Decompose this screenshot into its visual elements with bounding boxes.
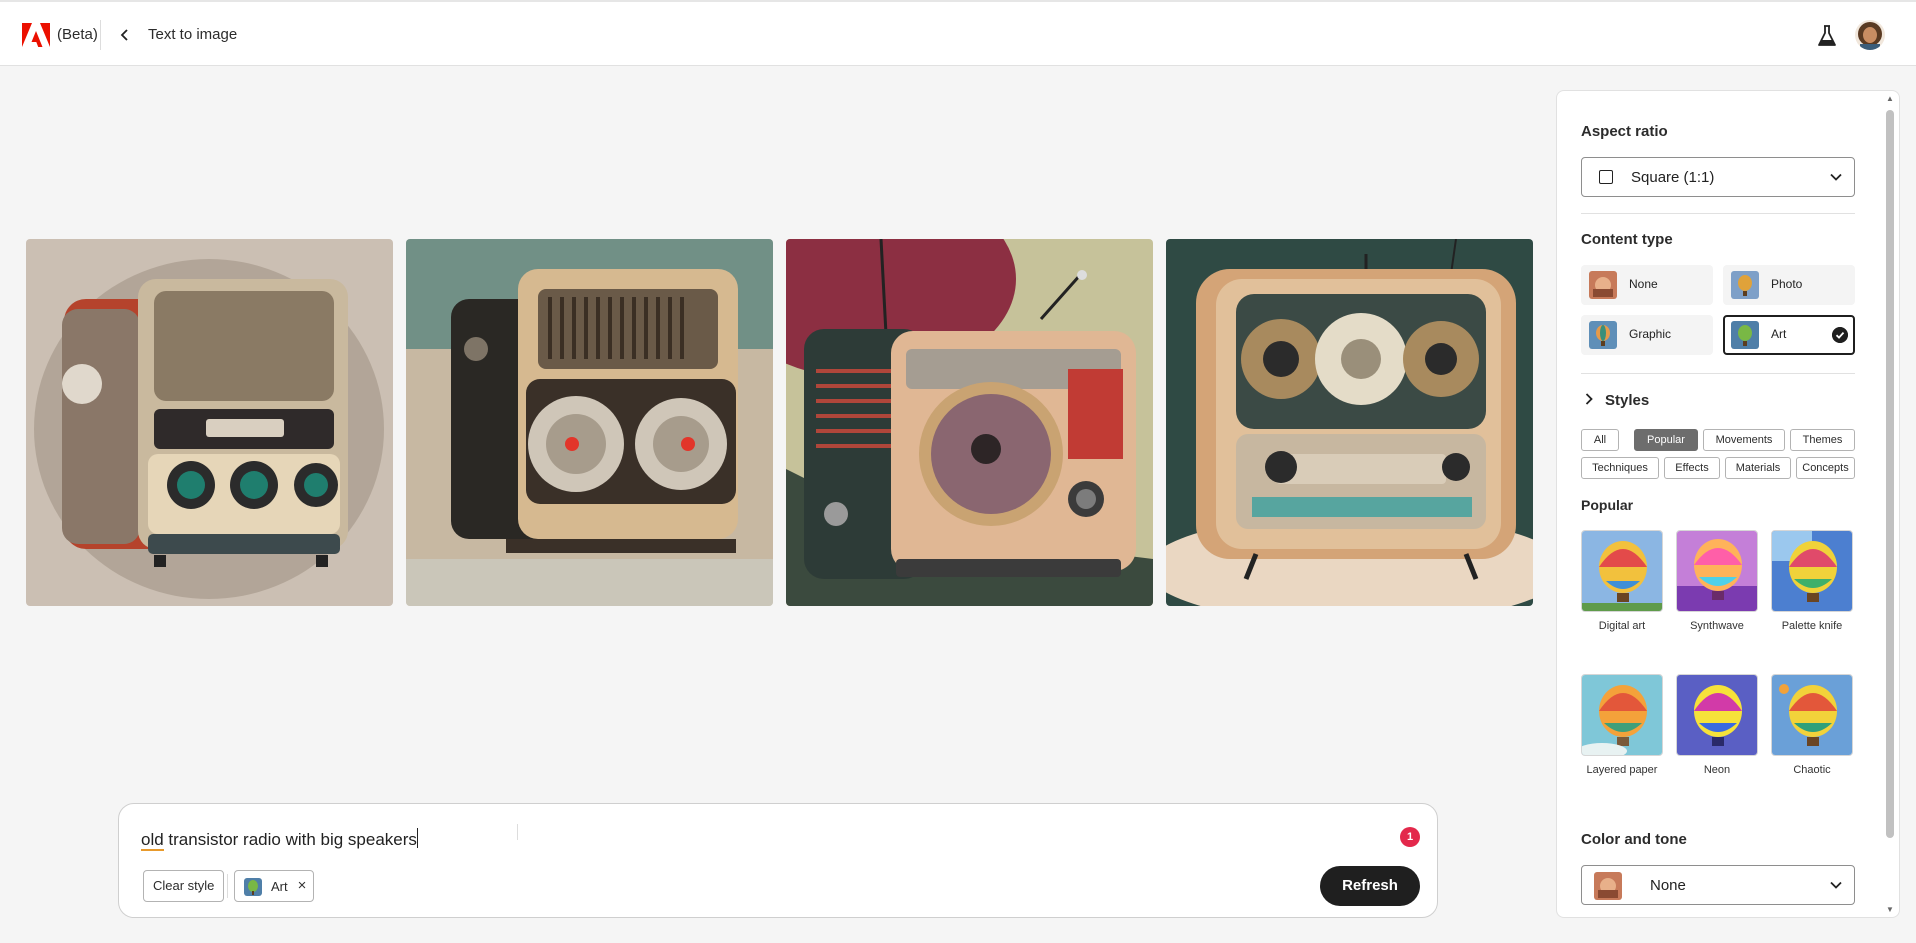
style-label: Layered paper: [1586, 764, 1658, 776]
generated-image-4[interactable]: [1166, 239, 1533, 606]
popular-section-title: Popular: [1581, 497, 1634, 513]
content-type-graphic[interactable]: Graphic: [1581, 315, 1713, 355]
back-chevron-icon[interactable]: [116, 26, 134, 44]
content-type-none[interactable]: None: [1581, 265, 1713, 305]
layered-paper-thumbnail: [1581, 674, 1663, 756]
digital-art-thumbnail: [1581, 530, 1663, 612]
scrollbar-thumb[interactable]: [1886, 110, 1894, 838]
color-tone-value: None: [1650, 877, 1686, 894]
content-type-photo-label: Photo: [1771, 277, 1803, 291]
checkmark-icon: [1832, 327, 1848, 343]
tab-techniques[interactable]: Techniques: [1581, 457, 1659, 479]
aspect-ratio-select[interactable]: Square (1:1): [1581, 157, 1855, 197]
tab-themes[interactable]: Themes: [1790, 429, 1855, 451]
content-type-title: Content type: [1581, 231, 1673, 248]
generated-image-1[interactable]: [26, 239, 393, 606]
art-chip-label: Art: [271, 879, 288, 894]
scroll-up-arrow-icon[interactable]: ▲: [1886, 94, 1894, 103]
style-synthwave[interactable]: Synthwave: [1676, 530, 1758, 632]
tab-movements[interactable]: Movements: [1703, 429, 1785, 451]
beta-label: (Beta): [57, 26, 98, 43]
tab-effects[interactable]: Effects: [1664, 457, 1720, 479]
style-layered-paper[interactable]: Layered paper: [1581, 674, 1663, 776]
style-palette-knife[interactable]: Palette knife: [1771, 530, 1853, 632]
art-type-icon: [1731, 321, 1759, 349]
tab-materials[interactable]: Materials: [1725, 457, 1791, 479]
palette-knife-thumbnail: [1771, 530, 1853, 612]
style-label: Chaotic: [1793, 764, 1831, 776]
page-title: Text to image: [148, 26, 238, 43]
panel-scrollbar[interactable]: ▲ ▼: [1884, 92, 1896, 916]
content-type-none-label: None: [1629, 277, 1658, 291]
prompt-text-rest: transistor radio with big speakers: [163, 830, 417, 849]
style-neon[interactable]: Neon: [1676, 674, 1758, 776]
chip-divider: [227, 874, 228, 898]
content-type-photo[interactable]: Photo: [1723, 265, 1855, 305]
scroll-down-arrow-icon[interactable]: ▼: [1886, 905, 1894, 914]
notification-badge[interactable]: 1: [1400, 827, 1420, 847]
style-label: Neon: [1703, 764, 1731, 776]
adobe-logo-icon[interactable]: [22, 23, 50, 47]
settings-panel: Aspect ratio Square (1:1) Content type N…: [1556, 90, 1900, 918]
tab-popular[interactable]: Popular: [1634, 429, 1698, 451]
tab-concepts[interactable]: Concepts: [1796, 457, 1855, 479]
content-type-art-label: Art: [1771, 327, 1787, 341]
chevron-right-icon: [1585, 393, 1593, 405]
generated-image-2[interactable]: [406, 239, 773, 606]
content-type-art[interactable]: Art: [1723, 315, 1855, 355]
styles-title: Styles: [1605, 392, 1650, 409]
art-style-chip[interactable]: Art ×: [234, 870, 314, 902]
neon-thumbnail: [1676, 674, 1758, 756]
square-icon: [1599, 170, 1613, 184]
style-digital-art[interactable]: Digital art: [1581, 530, 1663, 632]
color-tone-icon: [1594, 872, 1622, 900]
clear-style-button[interactable]: Clear style: [143, 870, 225, 902]
style-label: Digital art: [1598, 620, 1646, 632]
content-type-graphic-label: Graphic: [1629, 327, 1672, 341]
photo-type-icon: [1731, 271, 1759, 299]
tab-all[interactable]: All: [1581, 429, 1619, 451]
style-chaotic[interactable]: Chaotic: [1771, 674, 1853, 776]
header-divider: [100, 20, 101, 50]
style-label: Palette knife: [1781, 620, 1843, 632]
prompt-bar: old transistor radio with big speakers 1…: [118, 803, 1438, 918]
prompt-marker: [517, 824, 518, 840]
art-chip-icon: [244, 878, 262, 896]
chevron-down-icon: [1830, 173, 1842, 181]
divider: [1581, 373, 1855, 374]
user-avatar[interactable]: [1855, 20, 1885, 50]
generated-image-3[interactable]: [786, 239, 1153, 606]
text-caret: [416, 828, 418, 848]
aspect-ratio-value: Square (1:1): [1631, 169, 1715, 186]
close-icon[interactable]: ×: [295, 877, 309, 894]
divider: [1581, 213, 1855, 214]
style-label: Synthwave: [1690, 620, 1744, 632]
top-bar: (Beta) Text to image: [0, 0, 1916, 66]
color-tone-title: Color and tone: [1581, 831, 1687, 848]
aspect-ratio-title: Aspect ratio: [1581, 123, 1668, 140]
chaotic-thumbnail: [1771, 674, 1853, 756]
chevron-down-icon: [1830, 881, 1842, 889]
color-tone-select[interactable]: None: [1581, 865, 1855, 905]
prompt-input[interactable]: old transistor radio with big speakers: [141, 828, 418, 851]
none-type-icon: [1589, 271, 1617, 299]
styles-toggle[interactable]: Styles: [1581, 391, 1721, 411]
prompt-text-start: old: [141, 830, 164, 851]
refresh-button[interactable]: Refresh: [1320, 866, 1420, 906]
flask-icon[interactable]: [1816, 24, 1838, 48]
synthwave-thumbnail: [1676, 530, 1758, 612]
graphic-type-icon: [1589, 321, 1617, 349]
